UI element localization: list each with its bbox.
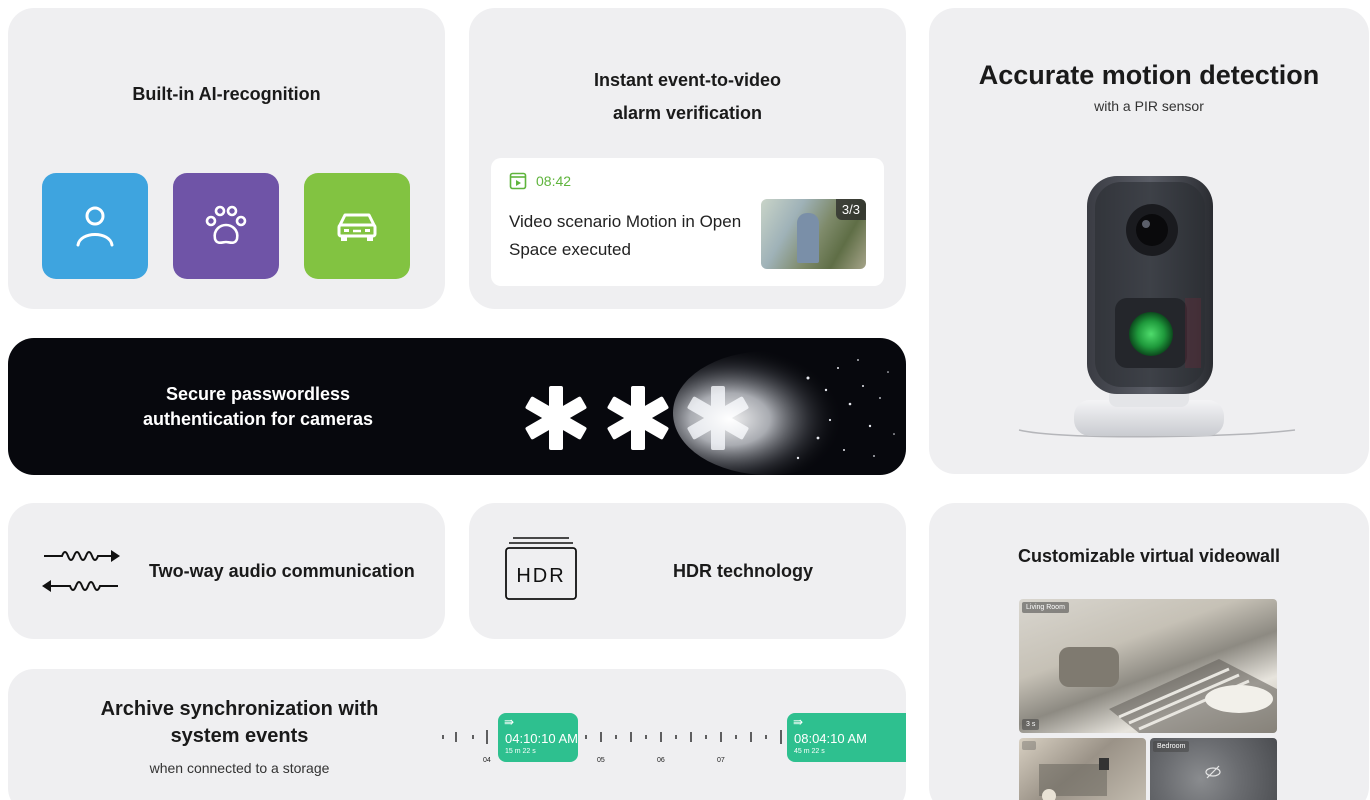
hdr-icon: HDR <box>505 537 577 600</box>
videowall-tile-duration: 3 s <box>1022 719 1040 730</box>
video-play-icon <box>509 172 527 190</box>
videowall-tile-bedroom[interactable]: Bedroom <box>1150 738 1277 800</box>
videowall-title: Customizable virtual videowall <box>1017 546 1281 566</box>
event-time: 08:04:10 AM <box>794 731 867 746</box>
paw-icon <box>205 205 247 245</box>
event-time: 04:10:10 AM <box>505 731 578 746</box>
archive-sync-card: Archive synchronization with system even… <box>8 669 906 800</box>
timeline-hour-label: 06 <box>657 757 665 764</box>
two-way-audio-card: Two-way audio communication <box>8 503 445 639</box>
event-video-thumbnail[interactable]: 3/3 <box>761 199 866 269</box>
videowall-card: Customizable virtual videowall Living Ro… <box>929 503 1369 800</box>
car-icon <box>337 213 377 241</box>
timeline-hour-label: 07 <box>717 757 725 764</box>
event-notification[interactable]: 08:42 Video scenario Motion in Open Spac… <box>491 158 884 286</box>
person-tile <box>42 173 148 279</box>
timeline-hour-label: 05 <box>597 757 605 764</box>
two-way-audio-label: Two-way audio communication <box>149 561 415 581</box>
timeline-hour-label: 04 <box>483 757 491 764</box>
notification-message: Video scenario Motion in Open Space exec… <box>509 212 742 259</box>
hdr-icon-text: HDR <box>516 565 565 587</box>
event-duration: 45 m 22 s <box>794 748 825 755</box>
event-arrow-icon: ⇛ <box>504 715 515 729</box>
two-way-audio-icon <box>42 550 120 592</box>
videowall-tile-label: Bedroom <box>1153 741 1190 752</box>
timeline-ticks <box>442 730 782 744</box>
videowall-tile-kitchen[interactable] <box>1019 738 1146 800</box>
videowall-tile-label <box>1022 741 1036 750</box>
camera-device-image <box>1018 176 1296 438</box>
passwordless-auth-card: Secure passwordless authentication for c… <box>8 338 906 475</box>
event-verification-card: Instant event-to-video alarm verificatio… <box>469 8 906 309</box>
hdr-label: HDR technology <box>673 561 814 581</box>
pet-tile <box>173 173 279 279</box>
person-icon <box>76 206 114 247</box>
passwordless-auth-title: Secure passwordless authentication for c… <box>142 384 374 429</box>
videowall-tile-label: Living Room <box>1022 602 1069 613</box>
notification-time: 08:42 <box>536 173 572 189</box>
thumbnail-count-badge: 3/3 <box>835 199 866 220</box>
motion-detection-subtitle: with a PIR sensor <box>1094 98 1204 114</box>
motion-detection-card: Accurate motion detection with a PIR sen… <box>929 8 1369 474</box>
event-duration: 15 m 22 s <box>505 748 536 755</box>
dissolving-asterisks-graphic <box>525 351 895 475</box>
ai-recognition-card: Built-in AI-recognition <box>8 8 445 309</box>
hdr-card: HDR HDR technology <box>469 503 906 639</box>
timeline-event-marker[interactable]: ⇛ 08:04:10 AM 45 m 22 s <box>787 713 906 762</box>
timeline-event-marker[interactable]: ⇛ 04:10:10 AM 15 m 22 s <box>498 713 578 762</box>
ai-recognition-title: Built-in AI-recognition <box>132 84 321 104</box>
motion-detection-title: Accurate motion detection <box>978 60 1320 90</box>
vehicle-tile <box>304 173 410 279</box>
videowall-tile-living-room[interactable]: Living Room 3 s <box>1019 599 1277 733</box>
event-verification-title: Instant event-to-video alarm verificatio… <box>593 70 781 123</box>
event-arrow-icon: ⇛ <box>793 715 804 729</box>
